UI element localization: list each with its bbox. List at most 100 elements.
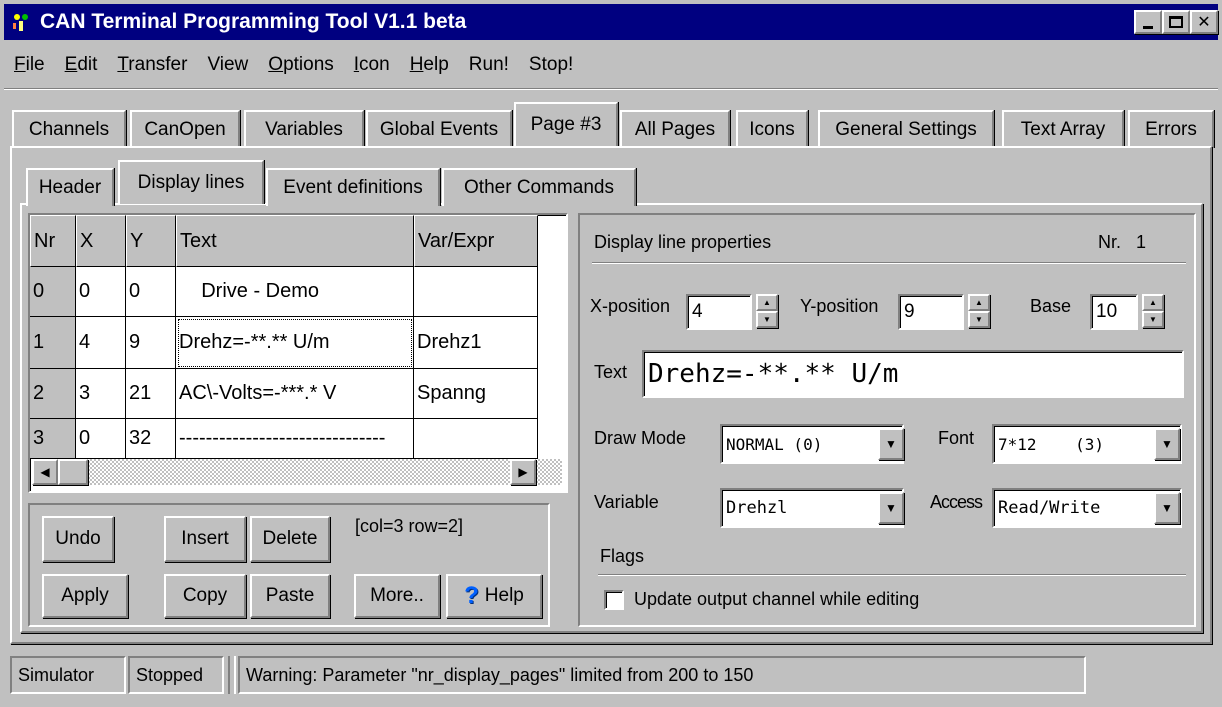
- menu-view[interactable]: View: [197, 54, 258, 76]
- tab-global-events[interactable]: Global Events: [366, 110, 512, 148]
- grid-cell[interactable]: Spanng: [414, 369, 538, 419]
- subtab-label: Header: [38, 177, 102, 198]
- grid-cell[interactable]: Drive - Demo: [176, 267, 414, 317]
- help-button[interactable]: ? Help: [446, 574, 542, 618]
- undo-button[interactable]: Undo: [42, 516, 114, 562]
- paste-button[interactable]: Paste: [250, 574, 330, 618]
- grid-cell[interactable]: AC\-Volts=-***.* V: [176, 369, 414, 419]
- menu-edit[interactable]: Edit: [55, 54, 108, 76]
- scroll-right-button[interactable]: ▶: [510, 459, 536, 485]
- text-input[interactable]: Drehz=-**.** U/m: [642, 350, 1184, 398]
- grid-cell[interactable]: 0: [76, 419, 126, 459]
- scroll-thumb-vertical[interactable]: [566, 243, 568, 273]
- scroll-thumb-horizontal[interactable]: [58, 459, 88, 485]
- scroll-left-button[interactable]: ◀: [32, 459, 58, 485]
- insert-button[interactable]: Insert: [164, 516, 246, 562]
- access-dropdown-button[interactable]: ▼: [1154, 492, 1180, 524]
- grid-cell[interactable]: Drehz1: [414, 317, 538, 369]
- grid-cell[interactable]: 4: [76, 317, 126, 369]
- base-spinner[interactable]: ▲ ▼: [1142, 294, 1164, 328]
- close-button[interactable]: ✕: [1190, 10, 1218, 34]
- menu-label: Stop!: [528, 54, 574, 75]
- grid-cell[interactable]: 3: [30, 419, 76, 459]
- grid-cell[interactable]: 1: [30, 317, 76, 369]
- grid-cell[interactable]: 3: [76, 369, 126, 419]
- y-position-spinner[interactable]: ▲ ▼: [968, 294, 990, 328]
- apply-label: Apply: [61, 585, 109, 606]
- grid-horizontal-scrollbar[interactable]: ◀ ▶: [32, 459, 562, 485]
- menu-label: con: [359, 54, 390, 75]
- delete-button[interactable]: Delete: [250, 516, 330, 562]
- menu-help[interactable]: Help: [400, 54, 459, 76]
- tab-icons[interactable]: Icons: [736, 110, 808, 148]
- spin-down-icon[interactable]: ▼: [968, 311, 990, 328]
- title-bar[interactable]: CAN Terminal Programming Tool V1.1 beta …: [4, 4, 1218, 40]
- grid-cell[interactable]: [414, 419, 538, 459]
- subtab-label: Display lines: [137, 172, 245, 193]
- subtab-display-lines[interactable]: Display lines: [118, 160, 264, 204]
- tab-text-array[interactable]: Text Array: [1002, 110, 1124, 148]
- grid-cell[interactable]: 32: [126, 419, 176, 459]
- menu-transfer[interactable]: Transfer: [107, 54, 197, 76]
- tab-channels[interactable]: Channels: [12, 110, 126, 148]
- menu-run[interactable]: Run!: [459, 54, 519, 76]
- y-position-input[interactable]: 9: [898, 294, 964, 330]
- draw-mode-select[interactable]: NORMAL (0): [720, 424, 904, 464]
- tab-canopen[interactable]: CanOpen: [130, 110, 240, 148]
- grid-cell[interactable]: 21: [126, 369, 176, 419]
- grid-vertical-scrollbar[interactable]: ▲ ▼: [566, 217, 568, 455]
- draw-mode-dropdown-button[interactable]: ▼: [878, 428, 904, 460]
- apply-button[interactable]: Apply: [42, 574, 128, 618]
- grid-cell[interactable]: 0: [126, 267, 176, 317]
- variable-dropdown-button[interactable]: ▼: [878, 492, 904, 524]
- grid-cell[interactable]: -------------------------------: [176, 419, 414, 459]
- grid-cell[interactable]: 0: [30, 267, 76, 317]
- menu-stop[interactable]: Stop!: [519, 54, 583, 76]
- spin-up-icon[interactable]: ▲: [1142, 294, 1164, 311]
- tab-variables[interactable]: Variables: [244, 110, 364, 148]
- spin-up-icon[interactable]: ▲: [968, 294, 990, 311]
- x-position-input[interactable]: 4: [686, 294, 752, 330]
- more-button[interactable]: More..: [354, 574, 440, 618]
- subtab-other-commands[interactable]: Other Commands: [442, 168, 636, 206]
- flags-divider: [598, 574, 1186, 576]
- x-position-spinner[interactable]: ▲ ▼: [756, 294, 778, 328]
- subtab-event-definitions[interactable]: Event definitions: [266, 168, 440, 206]
- font-dropdown-button[interactable]: ▼: [1154, 428, 1180, 460]
- grid-cell[interactable]: 9: [126, 317, 176, 369]
- menu-options[interactable]: Options: [258, 54, 343, 76]
- spin-down-icon[interactable]: ▼: [756, 311, 778, 328]
- grid-cell[interactable]: 0: [76, 267, 126, 317]
- y-position-label: Y-position: [800, 296, 879, 316]
- base-label: Base: [1030, 296, 1072, 316]
- status-state: Stopped: [128, 656, 224, 694]
- x-position-label: X-position: [590, 296, 671, 316]
- tab-all-pages[interactable]: All Pages: [620, 110, 730, 148]
- variable-select[interactable]: Drehzl: [720, 488, 904, 528]
- tab-page-3[interactable]: Page #3: [514, 102, 618, 146]
- minimize-button[interactable]: [1134, 10, 1162, 34]
- scroll-down-button[interactable]: ▼: [566, 429, 568, 455]
- copy-button[interactable]: Copy: [164, 574, 246, 618]
- nr-label: Nr.: [1098, 232, 1122, 252]
- grid-cell[interactable]: Drehz=-**.** U/m: [176, 317, 414, 369]
- menu-icon[interactable]: Icon: [344, 54, 400, 76]
- scroll-up-button[interactable]: ▲: [566, 217, 568, 243]
- spin-down-icon[interactable]: ▼: [1142, 311, 1164, 328]
- draw-mode-label: Draw Mode: [594, 428, 687, 448]
- subtab-header[interactable]: Header: [26, 168, 114, 206]
- close-icon: ✕: [1197, 14, 1211, 31]
- update-output-checkbox[interactable]: [604, 590, 624, 610]
- base-input[interactable]: 10: [1090, 294, 1138, 330]
- display-lines-grid[interactable]: ------------------------------- 32 0 3 Spann…: [28, 213, 568, 493]
- spin-up-icon[interactable]: ▲: [756, 294, 778, 311]
- tab-label: All Pages: [634, 119, 716, 140]
- grid-cell[interactable]: [414, 267, 538, 317]
- menu-file[interactable]: File: [4, 54, 55, 76]
- grid-header-cell: Nr: [30, 215, 76, 267]
- maximize-button[interactable]: [1162, 10, 1190, 34]
- grid-cell[interactable]: 2: [30, 369, 76, 419]
- tab-errors[interactable]: Errors: [1128, 110, 1214, 148]
- tab-general-settings[interactable]: General Settings: [818, 110, 994, 148]
- subtab-label: Other Commands: [464, 177, 614, 198]
